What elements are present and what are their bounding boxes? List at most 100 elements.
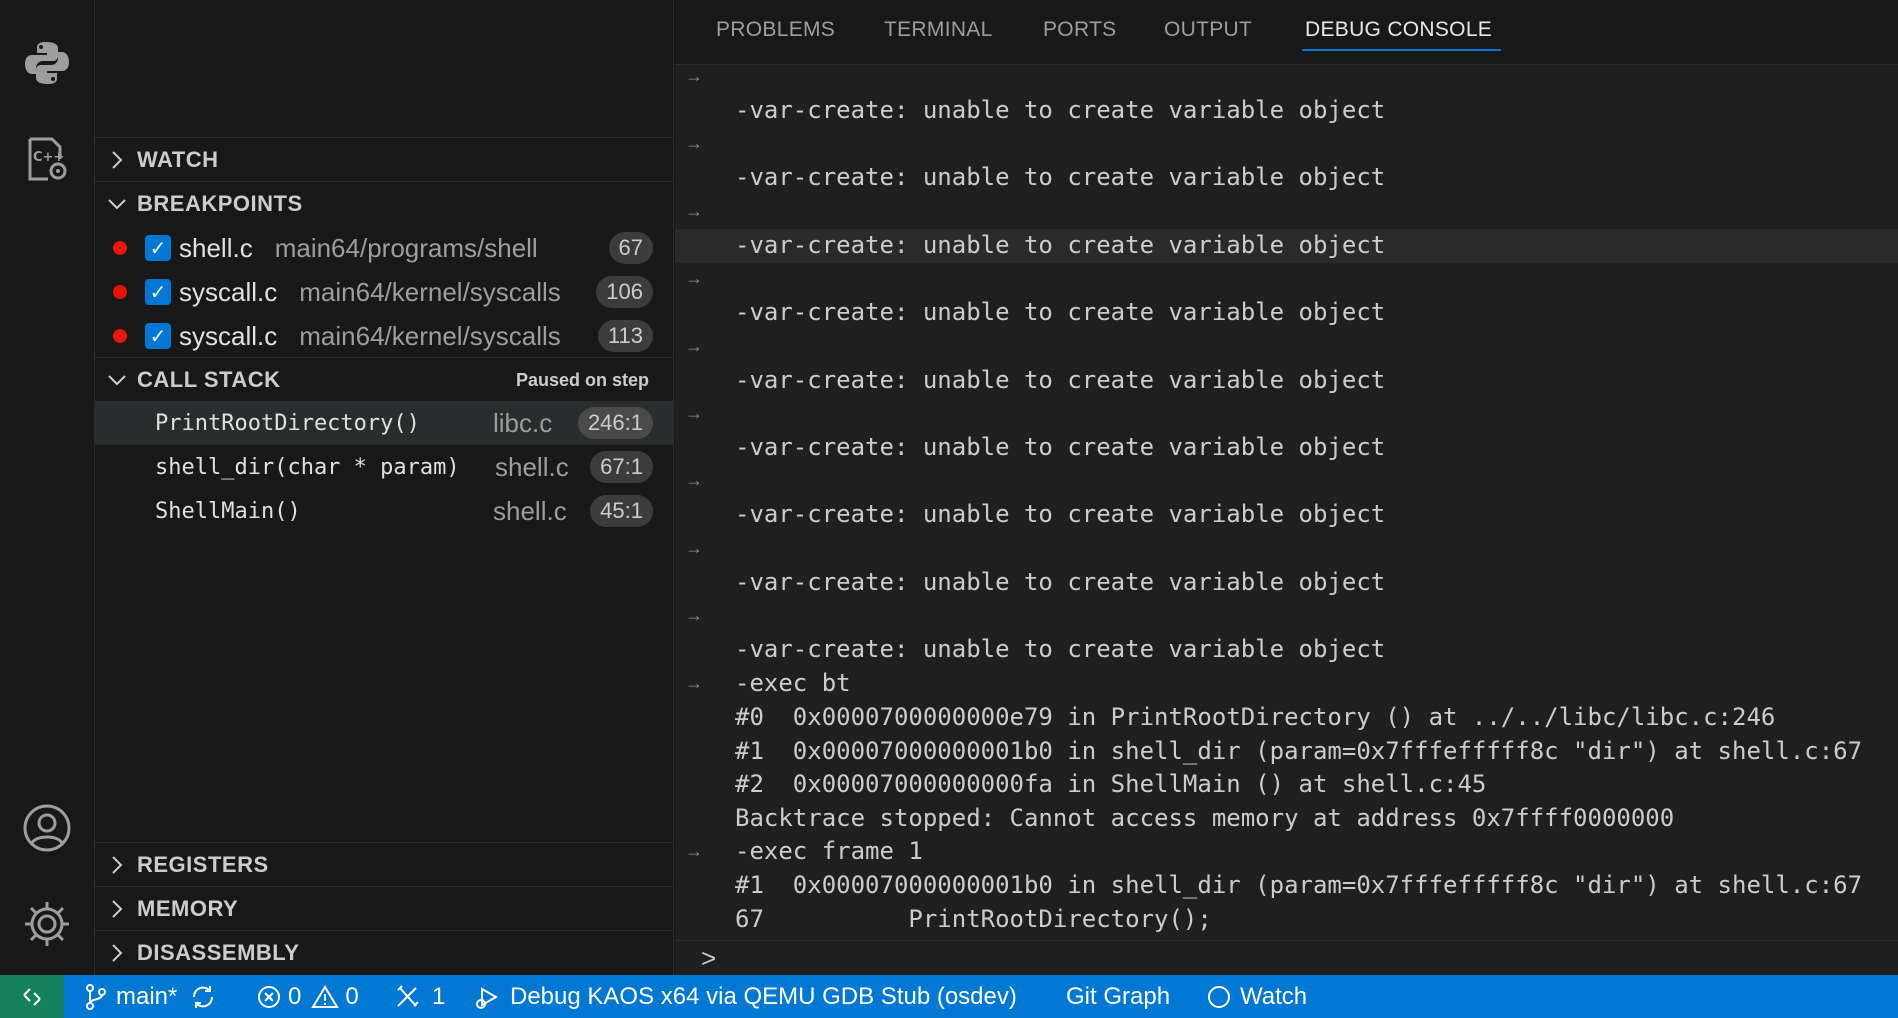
console-arrow-icon: → bbox=[685, 403, 703, 423]
frame-position-badge: 45:1 bbox=[590, 495, 653, 527]
sync-icon bbox=[193, 985, 214, 1008]
remote-indicator[interactable] bbox=[0, 975, 64, 1018]
debug-config-name: Debug KAOS x64 via QEMU GDB Stub (osdev) bbox=[510, 982, 1017, 1010]
activity-bar: C++ bbox=[0, 0, 95, 975]
breakpoint-line-badge: 67 bbox=[608, 232, 653, 264]
chevron-right-icon bbox=[97, 150, 137, 170]
console-arrow-icon: → bbox=[685, 605, 703, 625]
remote-icon bbox=[23, 987, 41, 1006]
console-line: -var-create: unable to create variable o… bbox=[735, 366, 1386, 394]
bottom-panel: PROBLEMS TERMINAL PORTS OUTPUT DEBUG CON… bbox=[675, 0, 1898, 975]
debug-config-status[interactable]: Debug KAOS x64 via QEMU GDB Stub (osdev) bbox=[474, 975, 1017, 1018]
console-line: -var-create: unable to create variable o… bbox=[735, 163, 1386, 191]
tab-ports[interactable]: PORTS bbox=[1043, 18, 1116, 42]
git-graph-button[interactable]: Git Graph bbox=[1066, 975, 1170, 1018]
console-arrow-icon: → bbox=[685, 841, 703, 861]
tab-debug-console[interactable]: DEBUG CONSOLE bbox=[1305, 18, 1492, 42]
active-tab-indicator bbox=[1302, 49, 1501, 51]
warning-count: 0 bbox=[345, 982, 359, 1010]
breakpoint-checkbox[interactable]: ✓ bbox=[145, 235, 171, 261]
console-arrow-icon: → bbox=[685, 336, 703, 356]
breakpoints-title: BREAKPOINTS bbox=[137, 191, 303, 216]
frame-file: shell.c bbox=[495, 451, 569, 482]
python-icon[interactable] bbox=[22, 38, 72, 88]
console-line: -var-create: unable to create variable o… bbox=[735, 433, 1386, 461]
registers-title: REGISTERS bbox=[137, 852, 269, 877]
call-stack-section-header[interactable]: CALL STACK Paused on step bbox=[95, 357, 673, 402]
tools-icon bbox=[397, 984, 419, 1007]
console-line: #0 0x0000700000000e79 in PrintRootDirect… bbox=[735, 703, 1776, 731]
frame-function: ShellMain() bbox=[155, 498, 301, 524]
tab-problems[interactable]: PROBLEMS bbox=[716, 18, 835, 42]
breakpoint-dot-icon bbox=[113, 285, 127, 299]
console-line: -var-create: unable to create variable o… bbox=[735, 298, 1386, 326]
breakpoint-path: main64/kernel/syscalls bbox=[299, 320, 561, 351]
frame-file: libc.c bbox=[493, 407, 553, 438]
console-arrow-icon: → bbox=[685, 66, 703, 86]
ports-status[interactable]: 1 bbox=[394, 975, 445, 1018]
circle-icon bbox=[1208, 985, 1230, 1008]
settings-gear-icon[interactable] bbox=[22, 899, 72, 949]
branch-name: main* bbox=[116, 982, 178, 1010]
call-stack-frame[interactable]: PrintRootDirectory() libc.c 246:1 bbox=[95, 401, 673, 445]
breakpoint-file: syscall.c bbox=[179, 320, 278, 351]
call-stack-frame[interactable]: shell_dir(char * param) shell.c 67:1 bbox=[95, 445, 673, 489]
breakpoint-checkbox[interactable]: ✓ bbox=[145, 279, 171, 305]
breakpoint-checkbox[interactable]: ✓ bbox=[145, 323, 171, 349]
console-arrow-icon: → bbox=[685, 470, 703, 490]
status-bar: main* 0 0 1 Debug KAOS x64 via QEMU GDB … bbox=[0, 975, 1898, 1018]
breakpoint-dot-icon bbox=[113, 241, 127, 255]
breakpoint-item[interactable]: ✓ syscall.c main64/kernel/syscalls 106 bbox=[95, 270, 673, 314]
debug-cpp-settings-icon[interactable]: C++ bbox=[22, 134, 72, 184]
call-stack-frame[interactable]: ShellMain() shell.c 45:1 bbox=[95, 489, 673, 533]
registers-section-header[interactable]: REGISTERS bbox=[95, 842, 673, 887]
console-arrow-icon: → bbox=[685, 673, 703, 693]
breakpoints-section-header[interactable]: BREAKPOINTS bbox=[95, 181, 673, 226]
call-stack-status: Paused on step bbox=[515, 369, 649, 390]
watch-button[interactable]: Watch bbox=[1206, 975, 1307, 1018]
tab-terminal[interactable]: TERMINAL bbox=[884, 18, 993, 42]
account-icon[interactable] bbox=[22, 803, 72, 853]
frame-position-badge: 246:1 bbox=[577, 407, 653, 439]
breakpoint-item[interactable]: ✓ shell.c main64/programs/shell 67 bbox=[95, 226, 673, 270]
console-line: -var-create: unable to create variable o… bbox=[735, 231, 1386, 259]
run-and-debug-sidebar: WATCH BREAKPOINTS ✓ shell.c main64/progr… bbox=[95, 0, 674, 975]
console-line: Backtrace stopped: Cannot access memory … bbox=[735, 804, 1675, 832]
breakpoint-file: syscall.c bbox=[179, 276, 278, 307]
git-branch-status[interactable]: main* bbox=[84, 975, 217, 1018]
breakpoint-dot-icon bbox=[113, 329, 127, 343]
console-line: 67 PrintRootDirectory(); bbox=[735, 905, 1212, 933]
chevron-right-icon bbox=[97, 855, 137, 875]
console-command: -exec bt bbox=[735, 669, 851, 697]
console-command: -exec frame 1 bbox=[735, 837, 923, 865]
disassembly-title: DISASSEMBLY bbox=[137, 940, 300, 965]
tab-output[interactable]: OUTPUT bbox=[1164, 18, 1252, 42]
console-line: #2 0x00007000000000fa in ShellMain () at… bbox=[735, 770, 1487, 798]
breakpoint-line-badge: 106 bbox=[596, 276, 653, 308]
console-arrow-icon: → bbox=[685, 201, 703, 221]
error-count: 0 bbox=[288, 982, 302, 1010]
error-icon bbox=[258, 985, 280, 1008]
console-arrow-icon: → bbox=[685, 133, 703, 153]
warning-icon bbox=[311, 984, 340, 1008]
chevron-down-icon bbox=[97, 197, 137, 211]
memory-section-header[interactable]: MEMORY bbox=[95, 886, 673, 931]
problems-status[interactable]: 0 0 bbox=[256, 975, 359, 1018]
breakpoint-item[interactable]: ✓ syscall.c main64/kernel/syscalls 113 bbox=[95, 314, 673, 358]
frame-position-badge: 67:1 bbox=[590, 451, 653, 483]
disassembly-section-header[interactable]: DISASSEMBLY bbox=[95, 930, 673, 975]
breakpoint-line-badge: 113 bbox=[597, 320, 653, 352]
memory-title: MEMORY bbox=[137, 896, 239, 921]
call-stack-title: CALL STACK bbox=[137, 367, 281, 392]
frame-file: shell.c bbox=[493, 495, 567, 526]
chevron-right-icon bbox=[97, 899, 137, 919]
watch-section-header[interactable]: WATCH bbox=[95, 137, 673, 182]
console-prompt-icon: > bbox=[701, 943, 717, 973]
console-line: #1 0x00007000000001b0 in shell_dir (para… bbox=[735, 871, 1863, 899]
console-arrow-icon: → bbox=[685, 538, 703, 558]
debug-console-input[interactable]: > bbox=[675, 940, 1898, 976]
console-line: -var-create: unable to create variable o… bbox=[735, 568, 1386, 596]
frame-function: PrintRootDirectory() bbox=[155, 410, 420, 436]
ports-count: 1 bbox=[432, 982, 446, 1010]
chevron-right-icon bbox=[97, 943, 137, 963]
